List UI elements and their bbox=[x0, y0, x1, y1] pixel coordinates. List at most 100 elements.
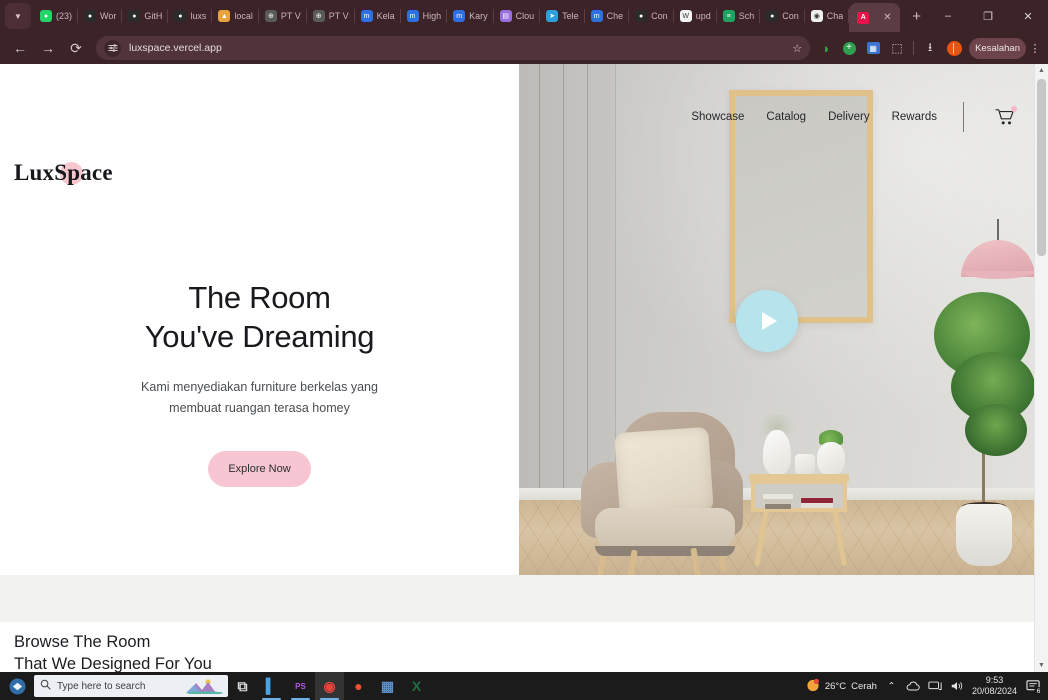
plant-pot bbox=[956, 504, 1012, 566]
forward-icon[interactable]: → bbox=[34, 34, 62, 62]
browser-tab-label: GitH bbox=[144, 11, 163, 21]
browser-tab[interactable]: m High bbox=[401, 2, 448, 30]
page-scrollbar[interactable]: ▲ ▼ bbox=[1034, 64, 1048, 672]
back-icon[interactable]: ← bbox=[6, 34, 34, 62]
profile-label: Kesalahan bbox=[975, 42, 1020, 54]
windows-taskbar: Type here to search ⧉ ▍ PS ◉ ● ▦ X 26°C … bbox=[0, 672, 1048, 700]
windows-start-icon[interactable] bbox=[0, 672, 34, 700]
nav-item-showcase[interactable]: Showcase bbox=[691, 111, 744, 123]
window-close-button[interactable]: ✕ bbox=[1008, 0, 1048, 32]
browser-tab-label: upd bbox=[695, 11, 711, 21]
reload-icon[interactable]: ⟳ bbox=[62, 34, 90, 62]
chevron-up-icon[interactable]: ⌃ bbox=[884, 679, 899, 694]
browser-tab[interactable]: ▤ Clou bbox=[494, 2, 541, 30]
adblock-icon[interactable]: ◑ bbox=[814, 37, 836, 59]
browser-tab[interactable]: ● GitH bbox=[122, 2, 169, 30]
browser-tab[interactable]: ● Wor bbox=[78, 2, 123, 30]
screen: ▼ ● (23) ● Wor ● GitH ● luxs ▲ local ⊕ PT V ⊕ PT Vm Ke… bbox=[0, 0, 1048, 700]
browser-tab[interactable]: ● (23) bbox=[34, 2, 79, 30]
toolbar-actions: ◑ + ▦ ⬚ ⭳ │ Kesalahan ⋮ bbox=[814, 37, 1042, 59]
browser-tab[interactable]: ● Con bbox=[629, 2, 674, 30]
sheets-icon: ≡ bbox=[722, 10, 735, 22]
browse-heading: Browse The Room That We Designed For You bbox=[14, 631, 212, 672]
tune-icon[interactable] bbox=[104, 39, 121, 57]
tall-vase bbox=[763, 430, 791, 475]
opera-icon[interactable]: ● bbox=[344, 672, 373, 700]
taskbar-icon-glyph: ◉ bbox=[323, 677, 336, 694]
nav-item-rewards[interactable]: Rewards bbox=[892, 111, 937, 123]
tab-search-chevron-down-icon[interactable]: ▼ bbox=[5, 3, 31, 29]
browser-tab[interactable]: ◉ Cha bbox=[805, 2, 850, 30]
puzzle-extension-icon[interactable]: ⬚ bbox=[886, 37, 908, 59]
github-icon: ● bbox=[84, 10, 97, 22]
network-icon[interactable] bbox=[928, 679, 943, 694]
browser-tab[interactable]: ● Con bbox=[760, 2, 805, 30]
scroll-down-arrow-icon[interactable]: ▼ bbox=[1035, 659, 1048, 672]
hero-subtitle-line1: Kami menyediakan furniture berkelas yang bbox=[141, 380, 378, 394]
browser-tab[interactable]: ⊕ PT V bbox=[259, 2, 307, 30]
browser-tab[interactable]: m Che bbox=[585, 2, 630, 30]
scroll-up-arrow-icon[interactable]: ▲ bbox=[1035, 64, 1048, 77]
onedrive-icon[interactable] bbox=[906, 679, 921, 694]
phpstorm-icon[interactable]: PS bbox=[286, 672, 315, 700]
hero-subtitle: Kami menyediakan furniture berkelas yang… bbox=[0, 377, 519, 419]
window-maximize-button[interactable]: ❐ bbox=[968, 0, 1008, 32]
browser-tab[interactable]: m Kary bbox=[447, 2, 494, 30]
address-bar[interactable]: luxspace.vercel.app ☆ bbox=[96, 36, 811, 60]
play-video-button[interactable] bbox=[736, 290, 798, 352]
taskbar-icon-glyph: ● bbox=[354, 678, 363, 694]
github-icon: ● bbox=[174, 10, 187, 22]
hero-title: The Room You've Dreaming bbox=[0, 278, 519, 356]
clock[interactable]: 9:53 20/08/2024 bbox=[972, 675, 1017, 697]
browser-tab[interactable]: m Kela bbox=[355, 2, 401, 30]
browser-tab[interactable]: ⊕ PT V bbox=[307, 2, 355, 30]
task-view-icon[interactable]: ⧉ bbox=[228, 672, 257, 700]
cart-badge bbox=[1011, 106, 1017, 112]
search-input[interactable]: Type here to search bbox=[34, 675, 228, 697]
site-logo[interactable]: LuxSpace bbox=[14, 160, 113, 186]
notification-icon[interactable]: 6 bbox=[1024, 677, 1043, 696]
weather-widget[interactable]: 26°C Cerah bbox=[806, 678, 877, 695]
browser-tab-label: Kary bbox=[469, 11, 488, 21]
browser-tab[interactable]: ➤ Tele bbox=[540, 2, 585, 30]
volume-icon[interactable] bbox=[950, 679, 965, 694]
tab-strip: ▼ ● (23) ● Wor ● GitH ● luxs ▲ local ⊕ PT V ⊕ PT Vm Ke… bbox=[0, 0, 1048, 32]
explore-now-button[interactable]: Explore Now bbox=[208, 451, 311, 487]
excel-icon[interactable]: X bbox=[402, 672, 431, 700]
browser-tab[interactable]: ▲ local bbox=[212, 2, 259, 30]
active-tab[interactable]: A ✕ bbox=[849, 3, 900, 32]
browser-tab-label: Che bbox=[606, 11, 624, 21]
browser-tab[interactable]: ≡ Sch bbox=[717, 2, 761, 30]
add-extension-icon[interactable]: + bbox=[838, 37, 860, 59]
star-icon[interactable]: ☆ bbox=[792, 42, 802, 55]
browser-tab-label: Wor bbox=[100, 11, 117, 21]
browser-tab-label: luxs bbox=[190, 11, 207, 21]
notification-count-badge: 6 bbox=[1034, 687, 1043, 696]
browser-tab[interactable]: ● luxs bbox=[168, 2, 213, 30]
nav-item-delivery[interactable]: Delivery bbox=[828, 111, 870, 123]
toolbar-divider bbox=[913, 41, 915, 55]
new-tab-button[interactable]: + bbox=[904, 3, 930, 29]
translate-icon[interactable]: ▦ bbox=[862, 37, 884, 59]
chrome-icon[interactable]: ◉ bbox=[315, 672, 344, 700]
browser-tab-label: Con bbox=[651, 11, 668, 21]
taskbar-icon-glyph: ⧉ bbox=[237, 677, 248, 694]
weather-sun-icon bbox=[806, 678, 820, 695]
editor-icon[interactable]: ▍ bbox=[257, 672, 286, 700]
shopping-cart-icon[interactable] bbox=[994, 106, 1017, 128]
window-minimize-button[interactable]: – bbox=[928, 0, 968, 32]
kebab-menu-icon[interactable]: ⋮ bbox=[1028, 42, 1042, 55]
browser-tab[interactable]: Wupd bbox=[674, 2, 717, 30]
scrollbar-thumb[interactable] bbox=[1037, 79, 1046, 256]
armchair bbox=[577, 412, 743, 575]
download-icon[interactable]: ⭳ bbox=[919, 37, 941, 59]
cloud-app-icon: ▤ bbox=[499, 10, 512, 22]
profile-label-pill[interactable]: Kesalahan bbox=[969, 37, 1026, 59]
section-divider-strip bbox=[0, 575, 1048, 622]
table-leg bbox=[832, 509, 847, 567]
nav-item-catalog[interactable]: Catalog bbox=[766, 111, 806, 123]
weather-temperature: 26°C bbox=[824, 680, 847, 692]
calculator-icon[interactable]: ▦ bbox=[373, 672, 402, 700]
close-tab-icon[interactable]: ✕ bbox=[883, 12, 891, 23]
avatar[interactable]: │ bbox=[943, 37, 965, 59]
